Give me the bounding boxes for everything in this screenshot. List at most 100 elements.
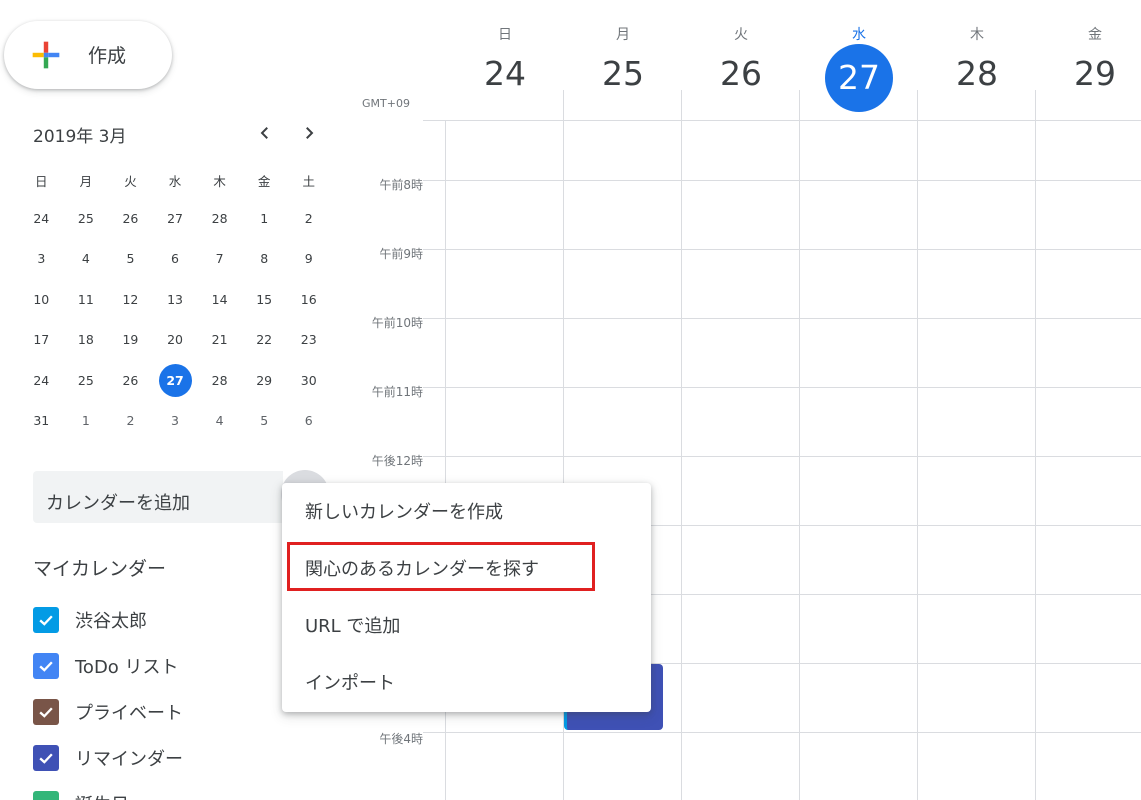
mini-day[interactable]: 9 bbox=[286, 239, 331, 280]
time-label: 午前9時 bbox=[379, 247, 423, 261]
mini-day[interactable]: 25 bbox=[64, 198, 109, 239]
mini-week-row: 3 4 5 6 7 8 9 bbox=[19, 239, 331, 280]
mini-day[interactable]: 6 bbox=[286, 401, 331, 442]
mini-day[interactable]: 1 bbox=[242, 198, 287, 239]
mini-day[interactable]: 23 bbox=[286, 320, 331, 361]
add-calendar-label: カレンダーを追加 bbox=[46, 493, 190, 514]
calendar-label: 誕生日 bbox=[75, 791, 129, 800]
mini-day[interactable]: 3 bbox=[19, 239, 64, 280]
day-name: 水 bbox=[852, 27, 866, 43]
mini-day[interactable]: 28 bbox=[197, 198, 242, 239]
grid-row-line bbox=[423, 318, 1141, 319]
day-number[interactable]: 29 bbox=[1036, 54, 1141, 93]
mini-day[interactable]: 5 bbox=[108, 239, 153, 280]
calendar-label: ToDo リスト bbox=[75, 657, 179, 678]
mini-day[interactable]: 24 bbox=[19, 198, 64, 239]
mini-weekday: 水 bbox=[168, 173, 182, 189]
checkbox-checked-icon[interactable] bbox=[33, 607, 59, 633]
mini-day[interactable]: 19 bbox=[108, 320, 153, 361]
mini-weekday: 日 bbox=[35, 173, 48, 189]
grid-row-line bbox=[423, 120, 1141, 121]
grid-column-line bbox=[799, 90, 800, 800]
mini-day[interactable]: 16 bbox=[286, 279, 331, 320]
mini-day[interactable]: 1 bbox=[64, 401, 109, 442]
mini-week-row: 24 25 26 27 28 29 30 bbox=[19, 360, 331, 401]
mini-day[interactable]: 26 bbox=[108, 198, 153, 239]
calendar-label: 渋谷太郎 bbox=[75, 611, 147, 632]
mini-day[interactable]: 21 bbox=[197, 320, 242, 361]
mini-day[interactable]: 12 bbox=[108, 279, 153, 320]
my-calendar-item[interactable]: ToDo リスト bbox=[33, 651, 179, 681]
mini-day[interactable]: 29 bbox=[242, 360, 287, 401]
mini-day[interactable]: 13 bbox=[153, 279, 198, 320]
time-label: 午後12時 bbox=[371, 454, 423, 468]
mini-day[interactable]: 6 bbox=[153, 239, 198, 280]
mini-day[interactable]: 30 bbox=[286, 360, 331, 401]
mini-day[interactable]: 4 bbox=[197, 401, 242, 442]
mini-week-row: 17 18 19 20 21 22 23 bbox=[19, 320, 331, 361]
prev-month-button[interactable] bbox=[252, 120, 278, 146]
mini-day[interactable]: 3 bbox=[153, 401, 198, 442]
mini-day[interactable]: 18 bbox=[64, 320, 109, 361]
grid-row-line bbox=[423, 180, 1141, 181]
day-number[interactable]: 26 bbox=[682, 54, 800, 93]
mini-day[interactable]: 4 bbox=[64, 239, 109, 280]
menu-item-import[interactable]: インポート bbox=[282, 654, 651, 710]
mini-day[interactable]: 10 bbox=[19, 279, 64, 320]
mini-week-row: 24 25 26 27 28 1 2 bbox=[19, 198, 331, 239]
next-month-button[interactable] bbox=[296, 120, 322, 146]
mini-day[interactable]: 28 bbox=[197, 360, 242, 401]
calendar-label: リマインダー bbox=[75, 749, 183, 770]
my-calendar-item[interactable]: リマインダー bbox=[33, 743, 183, 773]
mini-day[interactable]: 26 bbox=[108, 360, 153, 401]
mini-week-row: 31 1 2 3 4 5 6 bbox=[19, 401, 331, 442]
mini-day[interactable]: 2 bbox=[108, 401, 153, 442]
grid-column-line bbox=[681, 90, 682, 800]
mini-day[interactable]: 17 bbox=[19, 320, 64, 361]
my-calendar-item[interactable]: 誕生日 bbox=[33, 789, 129, 800]
mini-day[interactable]: 25 bbox=[64, 360, 109, 401]
mini-weekday-row: 日 月 火 水 木 金 土 bbox=[19, 162, 331, 198]
checkbox-checked-icon[interactable] bbox=[33, 745, 59, 771]
grid-column-line bbox=[1035, 90, 1036, 800]
checkbox-checked-icon[interactable] bbox=[33, 653, 59, 679]
grid-row-line bbox=[423, 249, 1141, 250]
mini-weekday: 木 bbox=[213, 173, 226, 189]
day-number[interactable]: 24 bbox=[446, 54, 564, 93]
add-calendar-field[interactable]: カレンダーを追加 bbox=[33, 471, 283, 523]
mini-day[interactable]: 20 bbox=[153, 320, 198, 361]
menu-item-from-url[interactable]: URL で追加 bbox=[282, 597, 651, 653]
my-calendar-item[interactable]: プライベート bbox=[33, 697, 183, 727]
divider-gap bbox=[445, 90, 446, 120]
time-label: 午後4時 bbox=[379, 732, 423, 746]
calendar-label: プライベート bbox=[75, 703, 183, 724]
mini-weekday: 月 bbox=[79, 173, 93, 189]
mini-day[interactable]: 14 bbox=[197, 279, 242, 320]
checkbox-checked-icon[interactable] bbox=[33, 791, 59, 800]
plus-icon bbox=[32, 41, 60, 69]
day-name: 木 bbox=[970, 27, 984, 43]
day-name: 火 bbox=[734, 27, 748, 43]
grid-column-line bbox=[917, 90, 918, 800]
mini-day[interactable]: 5 bbox=[242, 401, 287, 442]
create-button[interactable]: 作成 bbox=[4, 21, 172, 89]
day-number[interactable]: 28 bbox=[918, 54, 1036, 93]
checkbox-checked-icon[interactable] bbox=[33, 699, 59, 725]
time-label: 午前10時 bbox=[371, 316, 423, 330]
mini-calendar-title: 2019年 3月 bbox=[33, 127, 127, 147]
mini-day[interactable]: 2 bbox=[286, 198, 331, 239]
mini-day-today[interactable]: 27 bbox=[153, 360, 198, 401]
mini-day[interactable]: 22 bbox=[242, 320, 287, 361]
my-calendar-item[interactable]: 渋谷太郎 bbox=[33, 605, 147, 635]
menu-item-create-new-calendar[interactable]: 新しいカレンダーを作成 bbox=[282, 483, 651, 539]
mini-day[interactable]: 24 bbox=[19, 360, 64, 401]
mini-day[interactable]: 7 bbox=[197, 239, 242, 280]
today-marker: 27 bbox=[158, 363, 192, 397]
mini-day[interactable]: 11 bbox=[64, 279, 109, 320]
mini-day[interactable]: 15 bbox=[242, 279, 287, 320]
day-number[interactable]: 25 bbox=[564, 54, 682, 93]
mini-day[interactable]: 8 bbox=[242, 239, 287, 280]
mini-day[interactable]: 27 bbox=[153, 198, 198, 239]
add-calendar-menu: 新しいカレンダーを作成 関心のあるカレンダーを探す URL で追加 インポート bbox=[282, 483, 651, 712]
mini-day[interactable]: 31 bbox=[19, 401, 64, 442]
